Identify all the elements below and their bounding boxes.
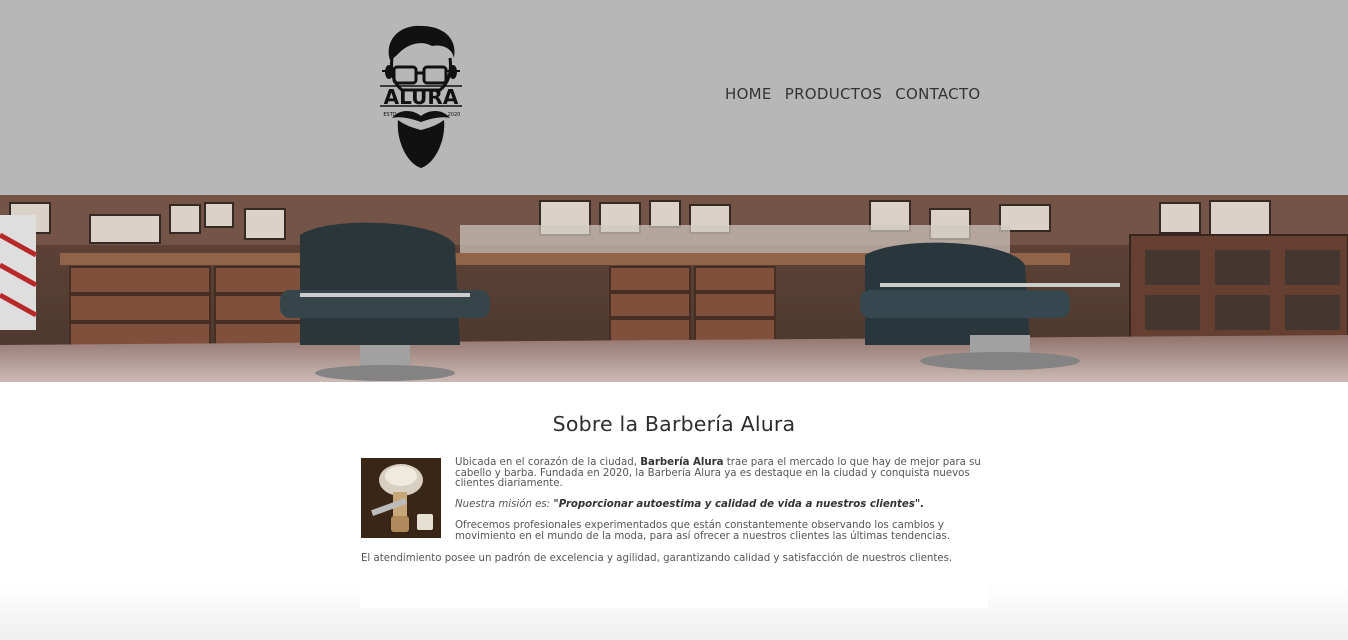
about-section: Sobre la Barbería Alura Ubicada en el co… xyxy=(360,382,988,608)
barbershop-banner-image xyxy=(0,195,1348,382)
intro-paragraph: Ubicada en el corazón de la ciudad, Barb… xyxy=(455,457,990,490)
main-nav: HOME PRODUCTOS CONTACTO xyxy=(725,84,994,104)
shaving-brush-image xyxy=(361,458,441,538)
page-title: Sobre la Barbería Alura xyxy=(552,412,796,436)
svg-text:ALURA: ALURA xyxy=(384,85,459,109)
mission-label: Nuestra misión es: xyxy=(455,499,554,510)
intro-text-start: Ubicada en el corazón de la ciudad, xyxy=(455,457,641,468)
service-paragraph: El atendimiento posee un padrón de excel… xyxy=(361,553,953,564)
alura-logo[interactable]: ALURA ESTD 2020 xyxy=(378,22,464,170)
mission-paragraph: Nuestra misión es: "Proporcionar autoest… xyxy=(455,499,990,511)
professionals-paragraph: Ofrecemos profesionales experimentados q… xyxy=(455,520,951,542)
site-header: ALURA ESTD 2020 HOME PRODUCTOS CONTACTO xyxy=(0,0,1348,195)
nav-contacto-link[interactable]: CONTACTO xyxy=(895,84,980,104)
nav-productos-link[interactable]: PRODUCTOS xyxy=(785,84,882,104)
svg-text:2020: 2020 xyxy=(448,112,461,118)
mission-statement: "Proporcionar autoestima y calidad de vi… xyxy=(553,499,925,510)
brand-name: Barbería Alura xyxy=(640,457,724,468)
nav-home-link[interactable]: HOME xyxy=(725,84,772,104)
